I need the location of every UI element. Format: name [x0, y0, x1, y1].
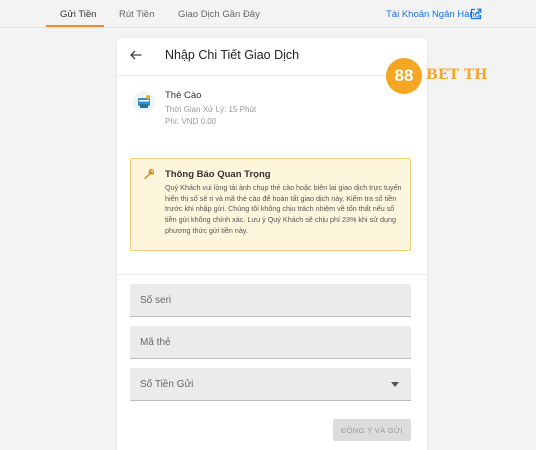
amount-select-label: Số Tiền Gửi [140, 379, 194, 390]
notice-body: Quý Khách vui lòng tải ảnh chụp thẻ cào … [165, 183, 402, 235]
arrow-left-icon[interactable] [129, 48, 143, 62]
active-tab-indicator [46, 25, 104, 27]
card-header: Nhập Chi Tiết Giao Dịch [117, 38, 427, 76]
payment-method-name: Thẻ Cào [165, 90, 202, 101]
phone-card-icon [133, 91, 155, 113]
fee-text: Phí: VND 0.00 [165, 117, 217, 126]
wrench-icon [144, 168, 155, 180]
external-link-icon[interactable] [470, 8, 482, 20]
tab-recent-transactions[interactable]: Giao Dịch Gần Đây [178, 9, 260, 20]
divider [117, 274, 427, 275]
page-title: Nhập Chi Tiết Giao Dịch [165, 48, 300, 62]
amount-select[interactable]: Số Tiền Gửi [130, 368, 411, 401]
transaction-card: Nhập Chi Tiết Giao Dịch Thẻ Cào Thời Gia… [117, 38, 427, 450]
top-nav: Gửi Tiền Rút Tiền Giao Dịch Gần Đây Tài … [0, 0, 536, 28]
bank-account-link[interactable]: Tài Khoản Ngân Hàng [386, 9, 480, 20]
submit-button[interactable]: ĐỒNG Ý VÀ GỬI [333, 419, 411, 441]
processing-time: Thời Gian Xử Lý: 15 Phút [165, 105, 257, 114]
brand-logo: 88 BET TH [386, 58, 488, 94]
logo-text: BET TH [426, 67, 488, 83]
tab-deposit[interactable]: Gửi Tiền [60, 9, 96, 20]
logo-number: 88 [386, 58, 422, 94]
serial-input[interactable] [130, 284, 411, 317]
card-code-input[interactable] [130, 326, 411, 359]
important-notice: Thông Báo Quan Trọng Quý Khách vui lòng … [130, 158, 411, 251]
caret-down-icon [391, 382, 399, 387]
notice-title: Thông Báo Quan Trọng [165, 169, 271, 180]
tab-withdraw[interactable]: Rút Tiền [119, 9, 154, 20]
